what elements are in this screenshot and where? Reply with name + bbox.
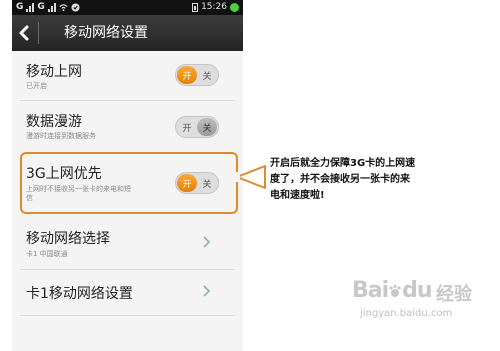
divider [20,315,235,316]
setting-row-data-roaming[interactable]: 数据漫游 漫游时连接到数据服务 开 关 [12,101,243,151]
status-bar: G G 15:26 [12,0,243,15]
annotation-line: 开启后就全力保障3G卡的上网速 [270,158,416,169]
watermark-url: jingyan.baidu.com [360,308,453,319]
setting-row-network-select[interactable]: 移动网络选择 卡1 中国联通 [12,216,243,268]
chevron-right-icon [203,236,211,248]
phone-screen: G G 15:26 移动网络设置 移动上网 已开启 关 开 数据漫游 漫游时连接… [12,0,243,351]
toggle-on-label: 开 [182,123,192,134]
battery-icon [192,3,199,12]
toggle-knob-off: 关 [197,118,217,136]
setting-subtitle: 漫游时连接到数据服务 [26,132,96,140]
title-divider [38,22,39,44]
status-dot-icon [230,3,239,12]
carrier-2-indicator: G [37,2,45,12]
back-button[interactable] [12,15,36,51]
highlight-box [20,152,238,214]
setting-row-card1-network[interactable]: 卡1移动网络设置 [12,270,243,314]
setting-title: 移动网络选择 [26,231,110,247]
watermark-logo: Bai du [352,278,433,303]
paw-icon [389,284,401,297]
mobile-data-toggle[interactable]: 关 开 [175,64,219,86]
annotation-line: 电和速度啦! [270,190,325,201]
annotation-line: 度了，并不会接收另一张卡的来 [270,174,410,185]
setting-title: 卡1移动网络设置 [26,286,133,302]
title-bar: 移动网络设置 [12,15,243,51]
data-roaming-toggle[interactable]: 开 关 [175,116,219,138]
page-title: 移动网络设置 [64,25,148,41]
wifi-icon [59,4,68,12]
setting-title: 移动上网 [26,64,82,80]
chevron-left-icon [19,25,29,41]
chevron-right-icon [203,285,211,297]
toggle-knob-on: 开 [177,66,197,84]
clock: 15:26 [201,2,227,12]
notification-icon [71,3,80,12]
baidu-watermark: Bai du 经验 jingyan.baidu.com [352,278,492,338]
setting-row-mobile-data[interactable]: 移动上网 已开启 关 开 [12,51,243,99]
signal-2-icon [47,3,56,12]
setting-title: 数据漫游 [26,114,82,130]
callout-arrow [236,165,266,189]
annotation-text: 开启后就全力保障3G卡的上网速 度了，并不会接收另一张卡的来 电和速度啦! [270,156,450,204]
signal-1-icon [26,3,35,12]
toggle-off-label: 关 [202,71,212,82]
setting-subtitle: 已开启 [26,82,47,90]
watermark-cn: 经验 [436,284,472,305]
carrier-1-indicator: G [16,2,24,12]
setting-subtitle: 卡1 中国联通 [26,250,68,258]
